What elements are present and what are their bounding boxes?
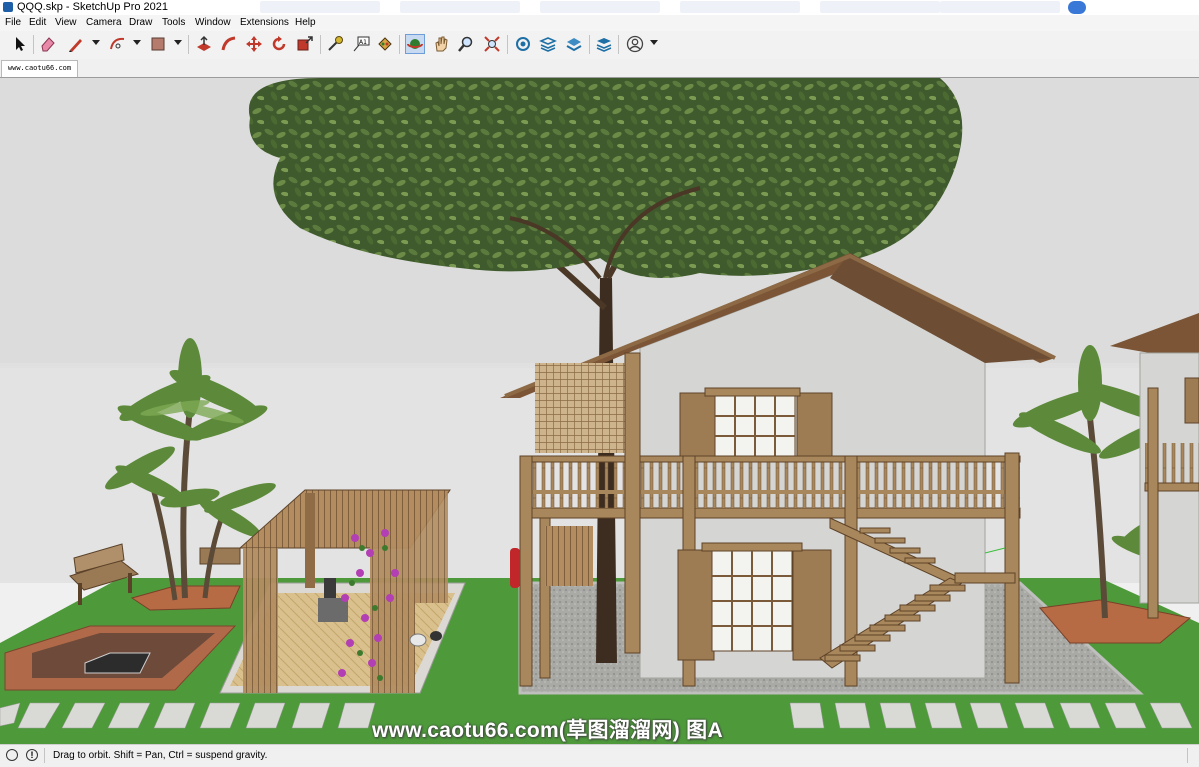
zoom-extents-icon (484, 36, 500, 52)
menu-draw[interactable]: Draw (129, 17, 152, 29)
geo-location-icon[interactable] (6, 749, 18, 761)
extension-warehouse-icon (539, 37, 557, 52)
menu-bar: File Edit View Camera Draw Tools Window … (0, 15, 1199, 31)
scene-tabs-bar: www.caotu66.com (0, 59, 1199, 77)
background-browser-tab (680, 1, 800, 13)
eraser-icon (41, 37, 55, 52)
scene-tab[interactable]: www.caotu66.com (1, 60, 78, 77)
model-viewport[interactable]: www.caotu66.com(草图溜溜网) 图A (0, 77, 1199, 745)
menu-camera[interactable]: Camera (86, 17, 122, 29)
watermark-text: www.caotu66.com(草图溜溜网) 图A (372, 719, 723, 742)
arc-icon (110, 37, 125, 50)
toolbar-separator (618, 35, 619, 54)
menu-tools[interactable]: Tools (162, 17, 185, 29)
window-title: QQQ.skp - SketchUp Pro 2021 (17, 1, 169, 13)
status-divider (1187, 748, 1188, 763)
rotate-icon (272, 36, 286, 51)
toolbar-separator (188, 35, 189, 54)
scene-render (0, 78, 1199, 745)
extension-manager-icon (596, 38, 612, 52)
menu-edit[interactable]: Edit (29, 17, 46, 29)
text-tool-button[interactable]: A1 (351, 34, 371, 54)
background-browser-tab (260, 1, 380, 13)
orbit-icon (407, 39, 423, 49)
toolbar-separator (507, 35, 508, 54)
sketchup-app-icon (3, 2, 13, 12)
move-tool-button[interactable] (244, 34, 264, 54)
menu-window[interactable]: Window (195, 17, 231, 29)
layout-icon (566, 38, 582, 52)
arc-tool-button[interactable] (108, 34, 128, 54)
account-button[interactable] (625, 34, 645, 54)
paint-bucket-icon (378, 37, 392, 51)
arrow-cursor-icon (16, 37, 25, 51)
rectangle-icon (151, 37, 165, 51)
main-toolbar: A1 (0, 31, 1199, 60)
scale-tool-button[interactable] (295, 34, 315, 54)
text-a1-icon: A1 (353, 36, 370, 52)
title-bar: QQQ.skp - SketchUp Pro 2021 (0, 0, 1199, 16)
svg-text:A1: A1 (359, 39, 367, 46)
scale-icon (297, 36, 313, 51)
rotate-tool-button[interactable] (269, 34, 289, 54)
toolbar-separator (33, 35, 34, 54)
toolbar-separator (320, 35, 321, 54)
shape-tool-dropdown[interactable] (174, 40, 182, 45)
browser-profile-button[interactable] (1068, 1, 1086, 14)
follow-me-tool-button[interactable] (219, 34, 239, 54)
menu-file[interactable]: File (5, 17, 21, 29)
hand-icon (435, 36, 448, 52)
magnifier-icon (458, 36, 473, 52)
pencil-icon (69, 39, 82, 52)
menu-extensions[interactable]: Extensions (240, 17, 289, 29)
extension-manager-tool-button[interactable] (594, 34, 614, 54)
background-browser-tab (940, 1, 1060, 13)
paint-bucket-tool-button[interactable] (375, 34, 395, 54)
line-tool-dropdown[interactable] (92, 40, 100, 45)
warehouse-icon (516, 37, 530, 51)
send-to-layout-tool-button[interactable] (564, 34, 584, 54)
arc-tool-dropdown[interactable] (133, 40, 141, 45)
account-dropdown[interactable] (650, 40, 658, 45)
background-browser-tab (400, 1, 520, 13)
status-divider (44, 748, 45, 763)
background-browser-tab (820, 1, 940, 13)
select-tool-button[interactable] (9, 34, 29, 54)
toolbar-separator (589, 35, 590, 54)
toolbar-separator (399, 35, 400, 54)
orbit-tool-button[interactable] (405, 34, 425, 54)
line-tool-button[interactable] (66, 34, 86, 54)
menu-help[interactable]: Help (295, 17, 316, 29)
zoom-extents-tool-button[interactable] (482, 34, 502, 54)
tape-measure-tool-button[interactable] (325, 34, 345, 54)
background-browser-tab (540, 1, 660, 13)
pan-tool-button[interactable] (431, 34, 451, 54)
status-bar: ! Drag to orbit. Shift = Pan, Ctrl = sus… (0, 744, 1199, 767)
status-message: Drag to orbit. Shift = Pan, Ctrl = suspe… (53, 750, 268, 761)
extension-warehouse-tool-button[interactable] (538, 34, 558, 54)
tape-measure-icon (328, 36, 343, 51)
info-icon[interactable]: ! (26, 749, 38, 761)
push-pull-icon (197, 35, 211, 51)
warehouse-tool-button[interactable] (513, 34, 533, 54)
menu-view[interactable]: View (55, 17, 77, 29)
garden-bench-back (199, 547, 241, 565)
follow-me-icon (221, 36, 236, 51)
user-circle-icon (626, 35, 644, 53)
push-pull-tool-button[interactable] (194, 34, 214, 54)
zoom-tool-button[interactable] (456, 34, 476, 54)
eraser-tool-button[interactable] (38, 34, 58, 54)
move-arrows-icon (246, 36, 262, 52)
shape-tool-button[interactable] (148, 34, 168, 54)
